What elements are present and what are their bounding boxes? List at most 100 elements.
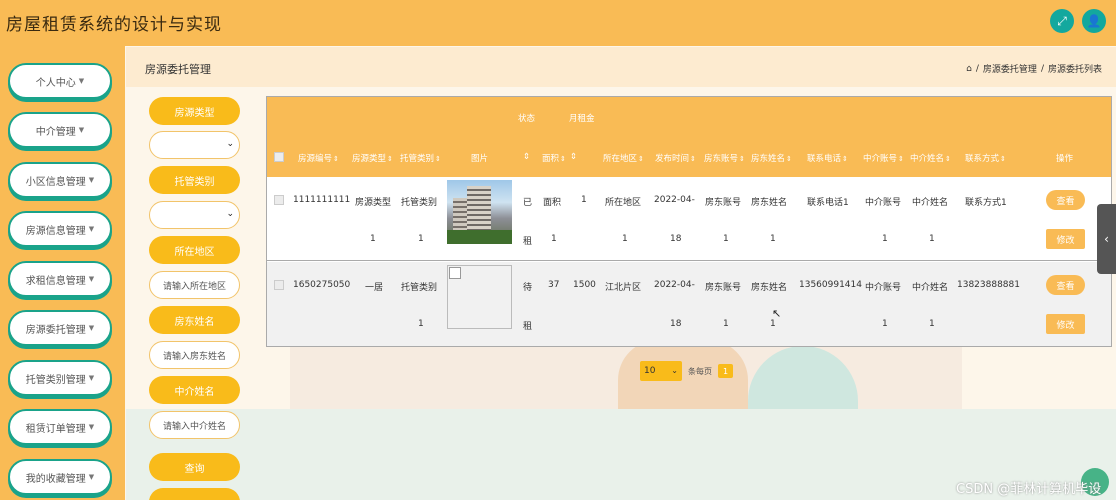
broken-image-icon	[449, 267, 461, 279]
cell: 1	[929, 319, 935, 329]
cell: 房东账号	[705, 198, 742, 208]
cell: 1	[882, 319, 888, 329]
sort-icon[interactable]: ⇕	[523, 152, 530, 162]
column-header[interactable]: 面积⇕	[542, 152, 566, 164]
view-button[interactable]: 查看	[1046, 190, 1085, 210]
sidebar-item-rent-request[interactable]: 求租信息管理 ▼	[8, 261, 112, 297]
cell: 待	[523, 283, 533, 293]
row-checkbox[interactable]	[274, 280, 284, 290]
table-row: 1650275050 一居 托管类别 待 37 1500 江北片区 2022-0…	[267, 262, 1111, 346]
sort-icon: ⇕	[638, 155, 644, 163]
filter-label-agent: 中介姓名	[149, 376, 240, 404]
column-header[interactable]: 联系方式⇕	[965, 152, 1006, 164]
expand-icon[interactable]: ⤢	[1050, 9, 1074, 33]
house-image	[447, 180, 512, 244]
filter-label-house-type: 房源类型	[149, 97, 240, 125]
page-number-button[interactable]: 1	[718, 364, 733, 378]
column-header[interactable]: 房东账号⇕	[704, 152, 745, 164]
entrust-table: 状态 月租金 房源编号⇕ 房源类型⇕ 托管类别⇕ 图片 ⇕ 面积⇕ ⇕ 所在地区…	[266, 96, 1112, 347]
cell: 房东姓名	[751, 198, 788, 208]
select-all-checkbox[interactable]	[274, 152, 284, 162]
chevron-down-icon: ⌄	[671, 366, 678, 375]
search-button[interactable]: 查询	[149, 453, 240, 481]
sidebar-item-category[interactable]: 托管类别管理 ▼	[8, 360, 112, 396]
cell: 房源类型	[355, 198, 392, 208]
column-header[interactable]: 托管类别⇕	[400, 152, 441, 164]
page-size-select[interactable]: 10 ⌄	[640, 361, 682, 381]
per-page-label: 条每页	[688, 367, 712, 376]
sort-icon: ⇕	[842, 155, 848, 163]
agent-name-input[interactable]: 请输入中介姓名	[149, 411, 240, 439]
column-header[interactable]: 发布时间⇕	[655, 152, 696, 164]
collapse-panel-tab[interactable]: ‹	[1097, 204, 1116, 274]
column-header[interactable]: 所在地区⇕	[603, 152, 644, 164]
sidebar-item-personal-center[interactable]: 个人中心 ▼	[8, 63, 112, 99]
column-header[interactable]: 房源类型⇕	[352, 152, 393, 164]
breadcrumb: ⌂ / 房源委托管理 / 房源委托列表	[966, 62, 1102, 76]
column-header[interactable]: 联系电话⇕	[807, 152, 848, 164]
row-checkbox[interactable]	[274, 195, 284, 205]
cell: 1	[418, 319, 424, 329]
page-title: 房源委托管理	[145, 63, 211, 76]
column-header: 图片	[471, 154, 489, 164]
home-icon[interactable]: ⌂	[966, 64, 972, 74]
house-type-select[interactable]: ⌄	[149, 131, 240, 159]
cell: 13560991414	[799, 280, 862, 290]
sidebar-item-community[interactable]: 小区信息管理 ▼	[8, 162, 112, 198]
column-header[interactable]: 房东姓名⇕	[751, 152, 792, 164]
chevron-down-icon: ▼	[88, 473, 95, 481]
sort-icon[interactable]: ⇕	[570, 152, 577, 162]
house-image-broken	[447, 265, 512, 329]
sidebar-item-entrust[interactable]: 房源委托管理 ▼	[8, 310, 112, 346]
column-header[interactable]: 中介姓名⇕	[910, 152, 951, 164]
column-header-rent: 月租金	[569, 114, 595, 124]
cell: 1	[770, 319, 776, 329]
landlord-name-input[interactable]: 请输入房东姓名	[149, 341, 240, 369]
chevron-down-icon: ▼	[88, 324, 95, 332]
cell: 一居	[365, 283, 384, 293]
cell: 1	[929, 234, 935, 244]
sort-icon: ⇕	[945, 155, 951, 163]
breadcrumb-item[interactable]: 房源委托管理	[983, 62, 1037, 75]
sort-icon: ⇕	[387, 155, 393, 163]
cell: 中介账号	[865, 198, 902, 208]
cell: 1111111111	[293, 195, 351, 205]
cell: 所在地区	[605, 198, 642, 208]
cell: 1	[551, 234, 557, 244]
category-select[interactable]: ⌄	[149, 201, 240, 229]
sort-icon: ⇕	[898, 155, 904, 163]
region-input[interactable]: 请输入所在地区	[149, 271, 240, 299]
sidebar-item-favorites[interactable]: 我的收藏管理 ▼	[8, 459, 112, 495]
user-icon[interactable]: 👤	[1082, 9, 1106, 33]
filter-label-landlord: 房东姓名	[149, 306, 240, 334]
top-bar: 房屋租赁系统的设计与实现 ⤢ 👤	[0, 0, 1116, 46]
cell: 18	[670, 319, 682, 329]
sidebar-item-order[interactable]: 租赁订单管理 ▼	[8, 409, 112, 445]
sidebar-item-listing[interactable]: 房源信息管理 ▼	[8, 211, 112, 247]
column-header[interactable]: 中介账号⇕	[863, 152, 904, 164]
chevron-down-icon: ▼	[78, 77, 85, 85]
breadcrumb-separator: /	[1040, 63, 1044, 74]
sort-icon: ⇕	[333, 155, 339, 163]
reset-button[interactable]	[149, 488, 240, 500]
watermark: CSDN @菲林计算机毕设	[956, 482, 1102, 497]
view-button[interactable]: 查看	[1046, 275, 1085, 295]
cell: 1	[770, 234, 776, 244]
cell: 中介姓名	[912, 283, 949, 293]
mouse-cursor-icon: ↖	[772, 307, 782, 320]
filter-label-category: 托管类别	[149, 166, 240, 194]
sidebar-item-agent[interactable]: 中介管理 ▼	[8, 112, 112, 148]
cell: 1650275050	[293, 280, 351, 290]
breadcrumb-item: 房源委托列表	[1047, 65, 1102, 75]
table-row: 1111111111 房源类型 托管类别 已 面积 1 所在地区 2022-04…	[267, 177, 1111, 261]
cell: 联系方式1	[965, 198, 1007, 208]
edit-button[interactable]: 修改	[1046, 229, 1085, 249]
column-header-status: 状态	[518, 114, 536, 124]
edit-button[interactable]: 修改	[1046, 314, 1085, 334]
chevron-down-icon: ▼	[88, 374, 95, 382]
cell: 1	[581, 195, 587, 205]
column-header[interactable]: 房源编号⇕	[298, 152, 339, 164]
cell: 租	[523, 237, 533, 247]
sort-icon: ⇕	[786, 155, 792, 163]
sidebar: 个人中心 ▼ 中介管理 ▼ 小区信息管理 ▼ 房源信息管理 ▼ 求租信息管理 ▼ 房源委托…	[0, 46, 125, 500]
